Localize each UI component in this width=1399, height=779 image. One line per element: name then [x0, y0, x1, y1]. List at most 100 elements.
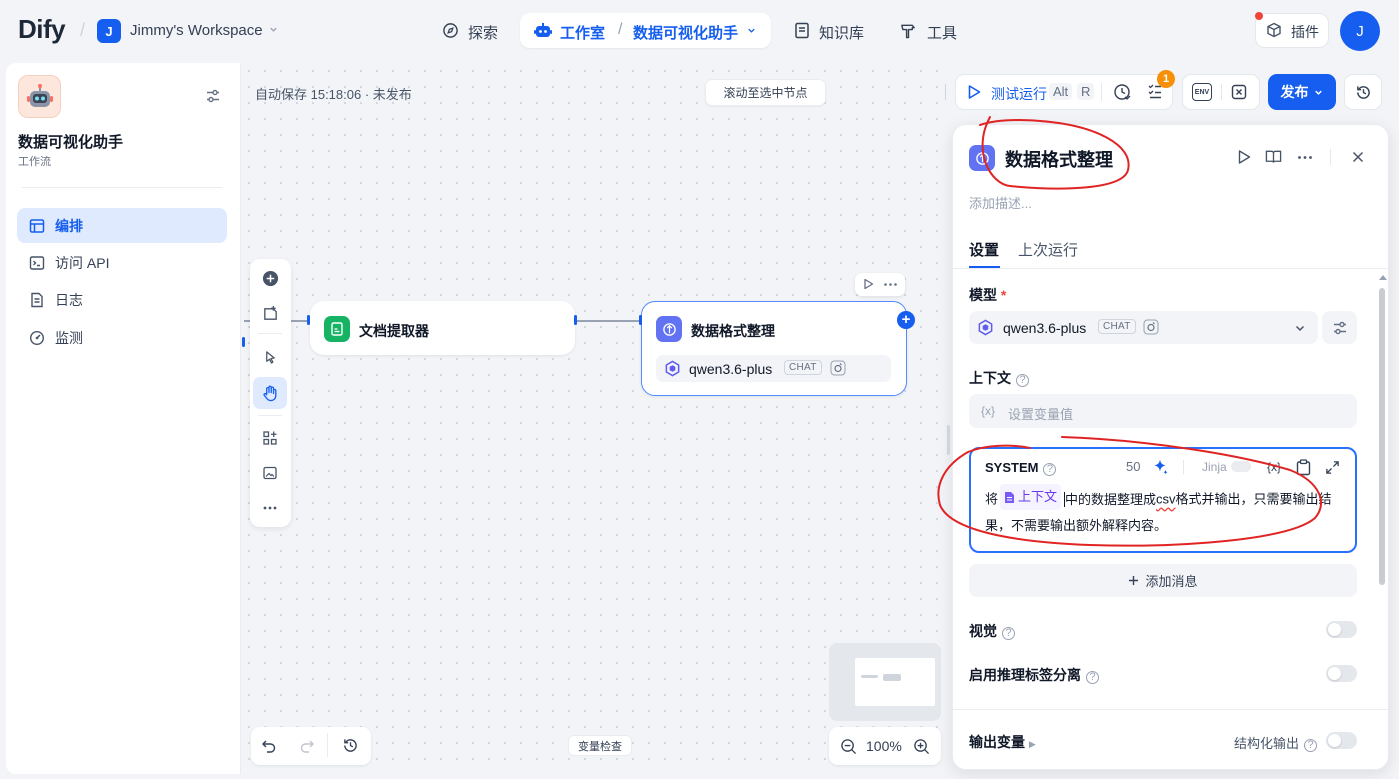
image-icon	[262, 465, 278, 481]
zoom-out-icon[interactable]	[840, 738, 857, 755]
sidebar-item-monitor[interactable]: 监测	[17, 320, 227, 355]
workspace-avatar[interactable]: J	[97, 19, 121, 43]
variable-icon: {x}	[981, 404, 996, 418]
output-variables-label[interactable]: 输出变量 ▶	[969, 732, 1036, 752]
jinja-toggle[interactable]	[1231, 461, 1251, 472]
sidebar-item-label: 编排	[55, 217, 83, 234]
nav-knowledge[interactable]: 知识库	[819, 22, 864, 43]
nav-explore[interactable]: 探索	[468, 22, 498, 43]
help-icon[interactable]: ?	[1304, 738, 1318, 752]
minimap-node	[861, 675, 878, 678]
organize-button[interactable]	[253, 423, 287, 453]
hand-mode-button[interactable]	[253, 377, 287, 409]
nav-studio[interactable]: 工作室	[560, 22, 605, 43]
node-input-handle[interactable]	[639, 315, 642, 325]
run-history-icon[interactable]	[1113, 83, 1131, 101]
version-history-icon[interactable]	[342, 737, 359, 754]
vision-toggle[interactable]	[1326, 621, 1357, 638]
sparkle-icon[interactable]	[1151, 458, 1169, 476]
chevron-down-icon[interactable]	[1294, 322, 1306, 334]
variable-inspect-button[interactable]: 变量检查	[568, 735, 632, 756]
help-icon[interactable]: ?	[1086, 670, 1099, 684]
version-history-button[interactable]	[1344, 74, 1382, 110]
sidebar-item-logs[interactable]: 日志	[17, 282, 227, 317]
panel-title[interactable]: 数据格式整理	[1005, 146, 1113, 172]
run-node-icon[interactable]	[1237, 149, 1251, 165]
more-icon[interactable]	[883, 282, 898, 287]
help-icon[interactable]: ?	[1016, 373, 1029, 387]
chevron-down-icon[interactable]	[268, 24, 279, 35]
sliders-icon[interactable]	[205, 88, 221, 104]
nav-current-app[interactable]: 数据可视化助手	[633, 22, 738, 43]
zoom-in-icon[interactable]	[913, 738, 930, 755]
node-input-handle[interactable]	[307, 315, 310, 325]
nav-tools[interactable]: 工具	[927, 22, 957, 43]
structured-output-label: 结构化输出?	[1234, 733, 1318, 752]
system-prompt-text[interactable]: 将上下文 中的数据整理成csv格式并输出，只需要输出结果，不需要输出额外解释内容。	[985, 484, 1340, 539]
node-title: 数据格式整理	[691, 323, 775, 339]
edge-line[interactable]	[577, 320, 639, 322]
redo-icon[interactable]	[299, 738, 315, 754]
zoom-level[interactable]: 100%	[866, 738, 902, 754]
caret-right-icon: ▶	[1028, 739, 1036, 749]
workspace-name[interactable]: Jimmy's Workspace	[130, 22, 263, 39]
undo-icon[interactable]	[261, 738, 277, 754]
sidebar-item-api[interactable]: 访问 API	[17, 245, 227, 280]
docs-icon[interactable]	[1265, 149, 1282, 165]
play-icon[interactable]	[863, 278, 874, 290]
robot-icon[interactable]	[534, 22, 552, 39]
plugins-label[interactable]: 插件	[1291, 22, 1319, 42]
toolbar-divider	[258, 415, 282, 416]
minimap-toggle-button[interactable]	[253, 458, 287, 488]
help-icon[interactable]: ?	[1043, 462, 1057, 476]
model-name: qwen3.6-plus	[1003, 320, 1087, 336]
panel-resize-handle[interactable]	[947, 425, 950, 455]
scroll-up-arrow[interactable]	[1379, 274, 1387, 280]
help-icon[interactable]: ?	[1002, 626, 1015, 640]
sidebar-item-label: 监测	[55, 329, 83, 346]
book-icon[interactable]	[794, 22, 810, 39]
more-icon[interactable]	[1297, 155, 1313, 160]
expand-icon[interactable]	[1325, 460, 1340, 475]
description-input[interactable]: 添加描述...	[969, 193, 1032, 212]
context-variable-chip[interactable]: 上下文	[1000, 484, 1062, 510]
prompt-token-count: 50	[1126, 459, 1141, 474]
add-note-button[interactable]	[253, 298, 287, 328]
chevron-down-icon[interactable]	[746, 25, 757, 36]
divider	[1183, 460, 1184, 474]
more-tools-button[interactable]	[253, 493, 287, 523]
node-handle[interactable]	[242, 337, 245, 347]
log-icon	[29, 292, 45, 308]
dify-logo[interactable]: Dify	[18, 14, 66, 45]
sidebar-item-label: 访问 API	[55, 254, 110, 271]
shortcut-key: Alt	[1049, 83, 1073, 100]
close-icon[interactable]	[1352, 151, 1364, 163]
hammer-icon[interactable]	[900, 22, 917, 39]
sidebar-item-orchestrate[interactable]: 编排	[17, 208, 227, 243]
add-message-button[interactable]: 添加消息	[969, 564, 1357, 597]
env-icon[interactable]: ENV	[1192, 83, 1212, 101]
vision-label: 视觉?	[969, 621, 1015, 641]
pointer-mode-button[interactable]	[253, 342, 287, 372]
insert-variable-icon[interactable]: {x}	[1267, 460, 1281, 474]
conversation-variable-icon[interactable]	[1231, 84, 1247, 100]
add-next-node-button[interactable]: +	[897, 311, 915, 329]
panel-scrollbar[interactable]	[1379, 288, 1385, 585]
app-robot-icon	[18, 75, 61, 118]
structured-output-toggle[interactable]	[1326, 732, 1357, 749]
reasoning-separation-toggle[interactable]	[1326, 665, 1357, 682]
user-avatar[interactable]: J	[1340, 11, 1380, 51]
model-params-button[interactable]	[1322, 311, 1357, 344]
tab-settings[interactable]: 设置	[969, 239, 999, 260]
layout-icon	[29, 218, 45, 234]
shortcut-key: R	[1077, 83, 1095, 100]
clipboard-icon[interactable]	[1296, 459, 1311, 476]
play-icon[interactable]	[967, 84, 981, 100]
sidebar-item-label: 日志	[55, 291, 83, 308]
scroll-to-node-button[interactable]: 滚动至选中节点	[705, 79, 826, 106]
publish-button[interactable]: 发布	[1268, 74, 1336, 110]
tab-last-run[interactable]: 上次运行	[1018, 239, 1078, 260]
test-run-button[interactable]: 测试运行	[991, 84, 1047, 104]
compass-icon[interactable]	[442, 22, 459, 39]
add-node-button[interactable]	[253, 263, 287, 293]
